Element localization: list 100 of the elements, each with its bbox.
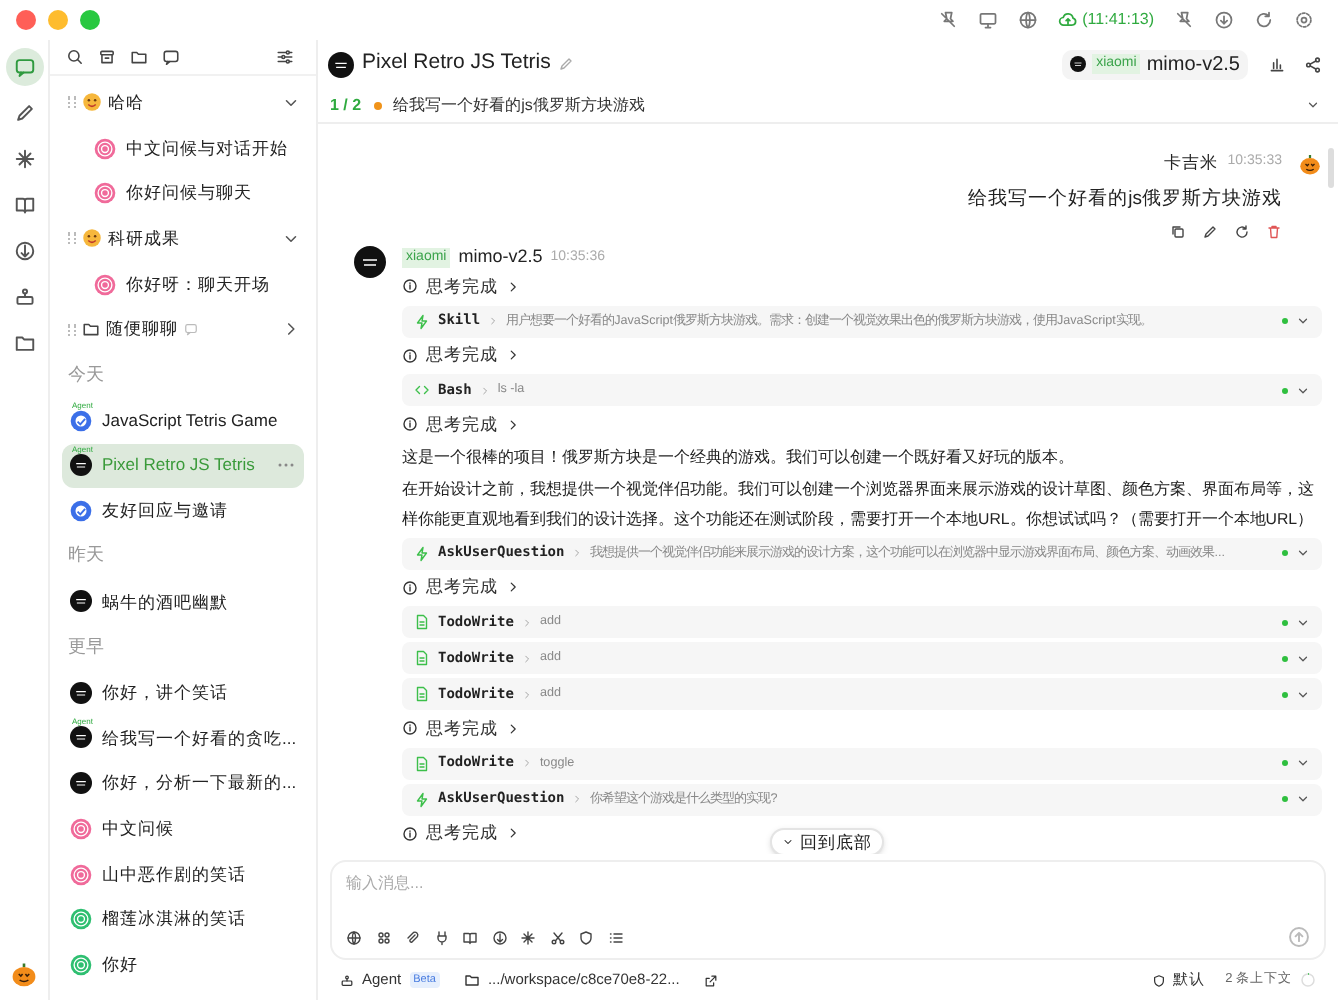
filter-icon[interactable] <box>276 48 294 66</box>
chat-item[interactable]: 你好呀：聊天开场 <box>62 261 304 307</box>
delete-icon[interactable] <box>1266 224 1282 240</box>
chevron-right-icon <box>506 417 520 432</box>
message-composer[interactable]: 输入消息... <box>330 860 1326 960</box>
chevron-down-icon <box>1296 383 1310 397</box>
info-icon <box>402 720 418 737</box>
chevron-down-icon <box>782 836 794 848</box>
chevron-right-icon <box>282 320 300 339</box>
paperclip-icon[interactable] <box>404 929 420 945</box>
model-name: mimo-v2.5 <box>458 244 543 271</box>
thinking-toggle[interactable]: 思考完成 <box>402 339 520 372</box>
chat-item[interactable]: 你好，讲个笑话 <box>62 669 304 716</box>
pumpkin-avatar-icon <box>10 960 38 988</box>
folder-row[interactable]: 科研成果 <box>62 216 304 262</box>
separator-icon <box>521 689 532 699</box>
thinking-toggle[interactable]: 思考完成 <box>402 408 520 441</box>
edit-icon[interactable] <box>1202 224 1218 240</box>
section-label: 昨天 <box>66 542 106 569</box>
user-name: 卡吉米 <box>1163 150 1218 176</box>
chat-item[interactable]: 中文问候与对话开始 <box>62 125 304 171</box>
shield-icon[interactable] <box>578 929 594 945</box>
pin-icon[interactable] <box>1174 10 1194 30</box>
folder-icon <box>463 972 480 988</box>
plug-icon[interactable] <box>433 929 449 945</box>
cloud-upload-icon <box>1058 10 1079 30</box>
sparkle-icon <box>13 148 35 170</box>
lightning-icon <box>414 791 430 807</box>
retry-icon[interactable] <box>1234 224 1250 240</box>
folder-name: 随便聊聊 <box>106 316 178 343</box>
chevron-right-icon <box>506 826 520 841</box>
document-icon <box>414 755 430 771</box>
new-folder-icon[interactable] <box>130 48 148 66</box>
globe-icon[interactable] <box>346 929 362 945</box>
separator-icon <box>572 548 583 558</box>
thinking-toggle[interactable]: 思考完成 <box>402 712 520 745</box>
chat-item[interactable]: 山中恶作剧的笑话 <box>62 851 304 897</box>
archive-icon[interactable] <box>98 48 116 66</box>
chevron-down-icon[interactable] <box>1306 98 1320 112</box>
chat-item[interactable]: 中文问候 <box>62 806 304 852</box>
chevron-right-icon <box>506 279 520 294</box>
chat-item[interactable]: 蜗牛的酒吧幽默 <box>62 579 304 625</box>
search-icon[interactable] <box>66 48 84 66</box>
download-icon[interactable] <box>1214 10 1234 30</box>
share-icon[interactable] <box>1304 55 1322 73</box>
info-icon <box>402 278 418 295</box>
separator-icon <box>521 617 532 627</box>
info-icon <box>402 347 418 364</box>
separator-icon <box>479 385 490 395</box>
lightning-icon <box>414 313 430 329</box>
settings-icon[interactable] <box>1294 10 1314 30</box>
new-chat-icon[interactable] <box>162 48 180 66</box>
code-icon <box>414 382 430 398</box>
chevron-right-icon <box>506 580 520 595</box>
monitor-icon[interactable] <box>978 10 999 30</box>
scissors-icon[interactable] <box>549 929 565 945</box>
section-label: 今天 <box>66 361 106 388</box>
chevron-down-icon <box>1296 792 1310 806</box>
thinking-toggle[interactable]: 思考完成 <box>402 817 520 850</box>
chat-item[interactable]: 你好问候与聊天 <box>62 170 304 217</box>
unpin-icon[interactable] <box>938 10 959 30</box>
avatar-icon <box>1070 56 1087 72</box>
sparkle-icon[interactable] <box>520 929 536 945</box>
grid-icon[interactable] <box>375 929 391 945</box>
folder-name: 科研成果 <box>108 226 180 252</box>
chat-item[interactable]: 你好 <box>62 942 304 988</box>
scroll-to-bottom-button[interactable]: 回到底部 <box>770 828 884 854</box>
list-icon[interactable] <box>607 929 623 945</box>
user-message: 给我写一个好看的js俄罗斯方块游戏 <box>968 185 1282 214</box>
chevron-down-icon <box>1296 687 1310 701</box>
copy-icon[interactable] <box>1170 224 1186 240</box>
folder-row[interactable]: 随便聊聊 <box>62 306 304 353</box>
open-external-icon[interactable] <box>703 973 718 987</box>
close-window-button[interactable] <box>16 10 36 30</box>
more-icon[interactable] <box>276 462 296 469</box>
avatar-icon <box>354 246 386 278</box>
chat-item[interactable]: 你好，分析一下最新的... <box>62 760 304 806</box>
permission-icon <box>1151 973 1166 987</box>
thinking-toggle[interactable]: 思考完成 <box>402 270 520 303</box>
info-icon <box>402 825 418 842</box>
chat-item[interactable]: 友好回应与邀请 <box>62 488 304 534</box>
rail-tab[interactable] <box>5 48 43 86</box>
prompt-summary: 给我写一个好看的js俄罗斯方块游戏 <box>393 93 645 117</box>
separator-icon <box>521 653 532 663</box>
message-input[interactable]: 输入消息... <box>346 872 1310 896</box>
globe-icon[interactable] <box>1018 10 1039 30</box>
folder-row[interactable]: 哈哈 <box>62 80 304 126</box>
thinking-toggle[interactable]: 思考完成 <box>402 571 520 604</box>
chevron-down-icon <box>1296 651 1310 665</box>
chevron-right-icon <box>506 348 520 363</box>
document-icon <box>414 650 430 666</box>
info-icon <box>402 416 418 433</box>
stats-icon[interactable] <box>1268 55 1286 73</box>
chat-item[interactable]: 榴莲冰淇淋的笑话 <box>62 896 304 943</box>
context-ring-icon <box>1300 972 1316 988</box>
separator-icon <box>488 316 499 326</box>
book-icon[interactable] <box>462 929 478 945</box>
chevron-down-icon <box>1296 756 1310 770</box>
folder-icon <box>82 320 100 339</box>
reload-icon[interactable] <box>1254 10 1274 30</box>
